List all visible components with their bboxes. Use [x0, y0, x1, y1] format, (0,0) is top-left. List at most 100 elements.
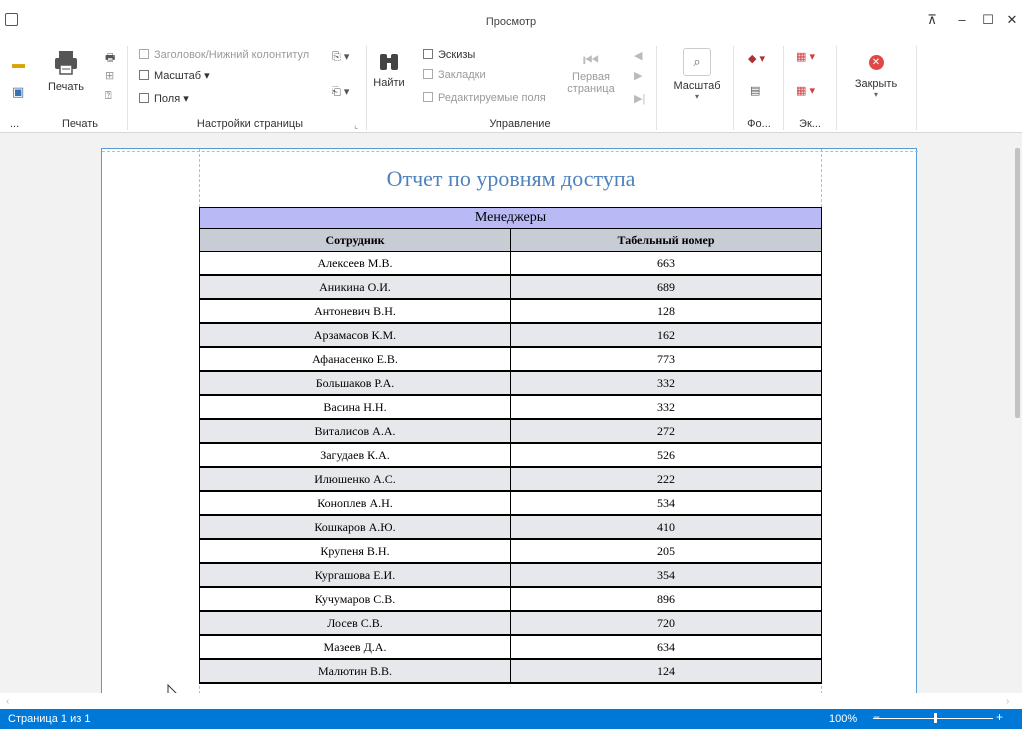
- number-cell: 205: [510, 538, 822, 564]
- report-title: Отчет по уровням доступа: [386, 166, 636, 191]
- number-cell: 332: [510, 394, 822, 420]
- more-button[interactable]: ...: [10, 118, 19, 130]
- employee-cell: Васина Н.Н.: [199, 394, 511, 420]
- zoom-out-icon[interactable]: −: [873, 710, 880, 724]
- print-button[interactable]: Печать: [48, 50, 84, 93]
- separator: [366, 46, 367, 130]
- minimize-button[interactable]: –: [954, 12, 970, 28]
- document-viewer[interactable]: Отчет по уровням доступа Менеджеры Сотру…: [0, 133, 1022, 693]
- close-button-label: Закрыть: [854, 78, 898, 90]
- employee-cell: Загудаев К.А.: [199, 442, 511, 468]
- employee-cell: Афанасенко Е.В.: [199, 346, 511, 372]
- print-button-label: Печать: [48, 81, 85, 93]
- zoom-slider-thumb[interactable]: [934, 713, 937, 723]
- employee-cell: Кошкаров А.Ю.: [199, 514, 511, 540]
- last-page-icon[interactable]: ▶|: [634, 92, 645, 105]
- margins-icon: [139, 93, 149, 103]
- page-color-icon[interactable]: ◆ ▾: [748, 52, 765, 65]
- zoom-slider[interactable]: [873, 718, 993, 719]
- table-row: Васина Н.Н. 332: [199, 394, 822, 420]
- zoom-button-label: Масштаб: [673, 80, 721, 92]
- previous-page-icon[interactable]: ◀: [634, 49, 642, 62]
- mouse-cursor-icon: [167, 683, 179, 693]
- print-options-icon[interactable]: ⍰: [105, 90, 112, 103]
- export-icon[interactable]: ▦ ▾: [796, 50, 815, 63]
- number-cell: 124: [510, 658, 822, 684]
- send-icon[interactable]: ▦ ▾: [796, 84, 815, 97]
- orientation-icon[interactable]: ⎘ ▾: [332, 50, 349, 64]
- number-cell: 773: [510, 346, 822, 372]
- thumbnails-button[interactable]: Эскизы: [423, 49, 475, 61]
- table-row: Афанасенко Е.В. 773: [199, 346, 822, 372]
- number-cell: 534: [510, 490, 822, 516]
- number-cell: 663: [510, 251, 822, 276]
- close-circle-icon: ✕: [868, 55, 884, 70]
- number-cell: 896: [510, 586, 822, 612]
- vertical-scrollbar[interactable]: [1012, 133, 1022, 693]
- number-cell: 128: [510, 298, 822, 324]
- table-row: Виталисов А.А. 272: [199, 418, 822, 444]
- table-row: Алексеев М.В. 663: [199, 251, 822, 276]
- close-preview-button[interactable]: ✕ Закрыть ▾: [849, 55, 903, 99]
- page-grid-icon[interactable]: ⊞: [105, 69, 114, 82]
- table-row: Кургашова Е.И. 354: [199, 562, 822, 588]
- page-setup-group-label: Настройки страницы: [196, 118, 304, 130]
- table-row: Загудаев К.А. 526: [199, 442, 822, 468]
- number-cell: 720: [510, 610, 822, 636]
- employee-cell: Малютин В.В.: [199, 658, 511, 684]
- scroll-right-icon[interactable]: ›: [1006, 696, 1009, 707]
- scale-button[interactable]: Масштаб ▾: [139, 69, 210, 82]
- employee-cell: Виталисов А.А.: [199, 418, 511, 444]
- report-page: Отчет по уровням доступа Менеджеры Сотру…: [101, 148, 918, 693]
- employee-cell: Коноплев А.Н.: [199, 490, 511, 516]
- watermark-icon[interactable]: ▤: [750, 84, 760, 97]
- employee-cell: Антоневич В.Н.: [199, 298, 511, 324]
- zoom-in-icon[interactable]: +: [996, 710, 1003, 724]
- save-icon[interactable]: ▣: [12, 84, 24, 100]
- header-footer-button[interactable]: Заголовок/Нижний колонтитул: [139, 49, 309, 61]
- open-icon[interactable]: ▬: [12, 56, 25, 71]
- chevron-down-icon: ▾: [694, 92, 699, 101]
- thumbnails-icon: [423, 49, 433, 59]
- table-row: Мазеев Д.А. 634: [199, 634, 822, 660]
- chevron-down-icon: ▾: [873, 90, 878, 99]
- employee-cell: Крупеня В.Н.: [199, 538, 511, 564]
- group-header: Менеджеры: [199, 207, 822, 229]
- title-bar: Просмотр ⊼ – ☐ ✕: [0, 0, 1022, 38]
- close-window-button[interactable]: ✕: [1004, 12, 1020, 28]
- separator: [916, 46, 917, 130]
- editable-fields-button[interactable]: Редактируемые поля: [423, 92, 546, 104]
- find-button[interactable]: Найти: [371, 50, 407, 89]
- first-page-icon: ⏮: [582, 50, 600, 70]
- quick-print-icon[interactable]: 🖶: [105, 49, 115, 68]
- table-row: Аникина О.И. 689: [199, 274, 822, 300]
- scrollbar-thumb[interactable]: [1015, 148, 1020, 418]
- zoom-button[interactable]: ⌕ Масштаб ▾: [672, 48, 722, 101]
- separator: [127, 46, 128, 130]
- table-row: Большаков Р.А. 332: [199, 370, 822, 396]
- ribbon-collapse-icon[interactable]: ⊼: [924, 12, 940, 28]
- binoculars-icon: [380, 54, 398, 70]
- separator: [836, 46, 837, 130]
- table-row: Антоневич В.Н. 128: [199, 298, 822, 324]
- employee-cell: Кургашова Е.И.: [199, 562, 511, 588]
- bookmarks-button[interactable]: Закладки: [423, 69, 486, 81]
- next-page-icon[interactable]: ▶: [634, 69, 642, 82]
- scroll-left-icon[interactable]: ‹: [6, 696, 9, 707]
- first-page-button[interactable]: ⏮ Первая страница: [566, 50, 616, 95]
- margins-button[interactable]: Поля ▾: [139, 92, 189, 105]
- export-group-label: Эк...: [799, 118, 821, 130]
- table-row: Лосев С.В. 720: [199, 610, 822, 636]
- dialog-launcher-icon[interactable]: ⌞: [354, 120, 358, 131]
- magnifier-icon: ⌕: [683, 48, 711, 76]
- number-cell: 222: [510, 466, 822, 492]
- print-group-label: Печать: [61, 118, 99, 130]
- employee-cell: Арзамасов К.М.: [199, 322, 511, 348]
- maximize-button[interactable]: ☐: [980, 12, 996, 28]
- header-footer-icon: [139, 49, 149, 59]
- paper-size-icon[interactable]: ⎗ ▾: [332, 85, 349, 99]
- separator: [783, 46, 784, 130]
- report-table: Менеджеры Сотрудник Табельный номер Алек…: [199, 207, 822, 684]
- table-row: Кучумаров С.В. 896: [199, 586, 822, 612]
- employee-cell: Илюшенко А.С.: [199, 466, 511, 492]
